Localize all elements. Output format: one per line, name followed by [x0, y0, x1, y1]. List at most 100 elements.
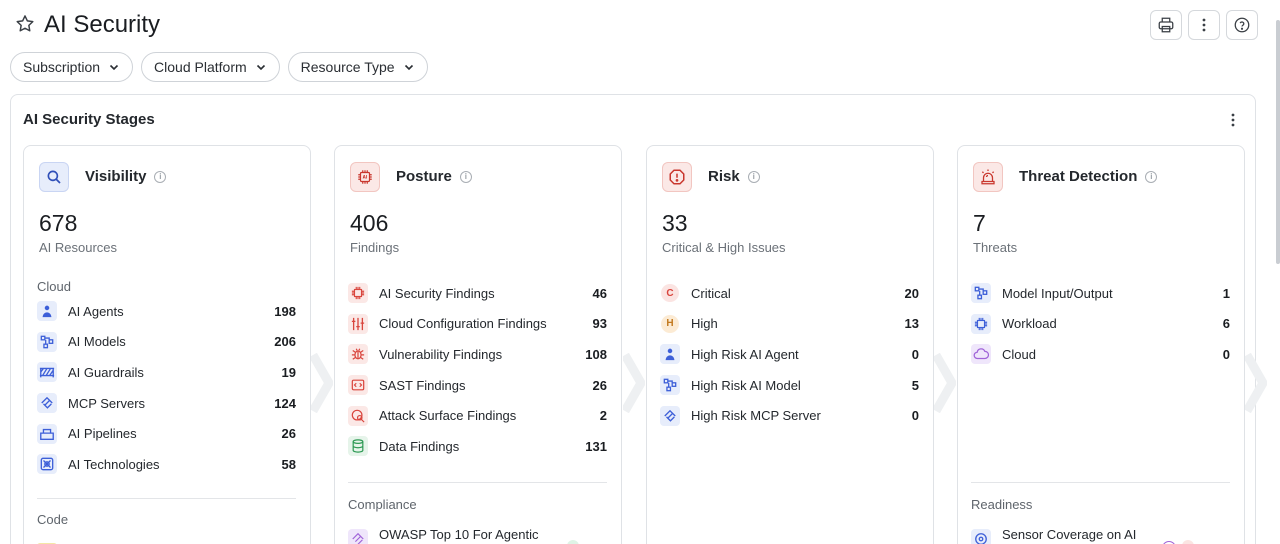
mcp-icon [37, 393, 57, 414]
threat-detection-card[interactable]: Threat Detection i 7 Threats Model Input… [957, 145, 1245, 544]
scrollbar[interactable] [1276, 20, 1280, 264]
mcp-icon [660, 405, 680, 426]
list-item-ai-guardrails[interactable]: AI Guardrails 19 [37, 357, 296, 388]
row-value: 0 [911, 346, 919, 362]
info-icon[interactable]: i [459, 170, 472, 183]
chevron-down-icon [109, 64, 119, 71]
row-label: AI Models [68, 334, 126, 350]
row-value: 108 [585, 346, 607, 362]
section-label-cloud: Cloud [37, 279, 71, 294]
list-item-model-input-output[interactable]: Model Input/Output 1 [971, 278, 1230, 309]
risk-list: C Critical 20 H High 13 High Risk AI Age… [660, 278, 919, 431]
page-header: AI Security [0, 0, 1280, 50]
list-item-mcp-servers[interactable]: MCP Servers 124 [37, 388, 296, 419]
filter-label: Subscription [23, 59, 101, 75]
card-title: Threat Detection i [1019, 168, 1158, 185]
card-subtitle: Threats [973, 240, 1018, 255]
section-divider [348, 482, 607, 483]
list-item-cloud-configuration-findings[interactable]: Cloud Configuration Findings 93 [348, 309, 607, 340]
section-divider [37, 498, 296, 499]
list-item-cloud[interactable]: Cloud 0 [971, 339, 1230, 370]
section-label-readiness: Readiness [971, 497, 1033, 512]
row-label: Workload [1002, 316, 1057, 332]
favorite-star-icon[interactable] [14, 13, 36, 35]
attack-surface-icon [348, 405, 368, 426]
visibility-card[interactable]: Visibility i 678 AI Resources Cloud AI A… [23, 145, 311, 544]
section-divider [971, 482, 1230, 483]
print-button[interactable] [1150, 10, 1182, 40]
panel-menu-button[interactable] [1225, 111, 1241, 129]
alert-octagon-icon [662, 162, 692, 192]
workload-icon [971, 313, 991, 334]
stage-arrow-icon [623, 353, 645, 413]
bug-icon [348, 344, 368, 365]
row-label: AI Security Findings [379, 285, 495, 301]
threat-list: Model Input/Output 1 Workload 6 Cloud 0 [971, 278, 1230, 370]
list-item-ai-security-findings[interactable]: AI Security Findings 46 [348, 278, 607, 309]
row-label: AI Pipelines [68, 426, 137, 442]
row-value: 0 [1222, 346, 1230, 362]
list-item-ai-pipelines[interactable]: AI Pipelines 26 [37, 418, 296, 449]
list-item-high[interactable]: H High 13 [660, 309, 919, 340]
subscription-filter[interactable]: Subscription [10, 52, 134, 82]
pipeline-icon [37, 423, 57, 444]
risk-card[interactable]: Risk i 33 Critical & High Issues C Criti… [646, 145, 934, 544]
critical-badge-icon: C [660, 283, 680, 303]
help-button[interactable] [1226, 10, 1258, 40]
row-value: 198 [274, 303, 296, 319]
row-value: 1 [1222, 285, 1230, 301]
list-item-data-findings[interactable]: Data Findings 131 [348, 431, 607, 462]
row-label: Cloud [1002, 346, 1036, 362]
row-label: Vulnerability Findings [379, 346, 503, 362]
list-item-ai-agents[interactable]: AI Agents 198 [37, 296, 296, 327]
list-item-high-risk-ai-agent[interactable]: High Risk AI Agent 0 [660, 339, 919, 370]
list-item-workload[interactable]: Workload 6 [971, 309, 1230, 340]
row-value: 2 [599, 408, 607, 424]
row-value: 26 [281, 426, 296, 442]
filter-bar: Subscription Cloud Platform Resource Typ… [10, 52, 428, 82]
list-item-high-risk-mcp-server[interactable]: High Risk MCP Server 0 [660, 400, 919, 431]
list-item-high-risk-ai-model[interactable]: High Risk AI Model 5 [660, 370, 919, 401]
panel-title: AI Security Stages [23, 111, 155, 128]
list-item-ai-models[interactable]: AI Models 206 [37, 327, 296, 358]
card-title-text: Risk [708, 168, 740, 185]
stage-arrow-icon [934, 353, 956, 413]
row-value: 131 [585, 438, 607, 454]
info-icon[interactable]: i [1145, 170, 1158, 183]
stage-arrow-icon [311, 353, 333, 413]
siren-icon [973, 162, 1003, 192]
more-options-button[interactable] [1188, 10, 1220, 40]
list-item-ai-technologies[interactable]: AI Technologies 58 [37, 449, 296, 480]
model-icon [37, 331, 57, 352]
card-title-text: Posture [396, 168, 452, 185]
help-icon [1234, 17, 1250, 33]
owasp-icon [348, 529, 368, 544]
info-icon[interactable]: i [747, 170, 760, 183]
ai-chip-icon [348, 283, 368, 304]
list-item-attack-surface-findings[interactable]: Attack Surface Findings 2 [348, 400, 607, 431]
row-value: 20 [904, 285, 919, 301]
kebab-menu-icon [1231, 113, 1235, 127]
row-label: Critical [691, 285, 731, 301]
visibility-list: AI Agents 198 AI Models 206 AI Guardrail… [37, 296, 296, 480]
row-value: 26 [592, 377, 607, 393]
list-item-critical[interactable]: C Critical 20 [660, 278, 919, 309]
row-label: High Risk AI Agent [691, 346, 799, 362]
list-item-vulnerability-findings[interactable]: Vulnerability Findings 108 [348, 339, 607, 370]
ai-chip-icon: AI [350, 162, 380, 192]
row-value: 58 [281, 456, 296, 472]
row-label: High Risk AI Model [691, 377, 801, 393]
info-icon[interactable]: i [154, 170, 167, 183]
technology-icon [37, 454, 57, 475]
critical-letter: C [661, 284, 679, 303]
row-label: AI Technologies [68, 456, 160, 472]
row-label: High Risk MCP Server [691, 408, 821, 424]
list-item-sast-findings[interactable]: SAST Findings 26 [348, 370, 607, 401]
svg-text:AI: AI [363, 175, 368, 180]
card-title: Posture i [396, 168, 472, 185]
resource-type-filter[interactable]: Resource Type [287, 52, 428, 82]
posture-card[interactable]: AI Posture i 406 Findings AI Security Fi… [334, 145, 622, 544]
cloud-platform-filter[interactable]: Cloud Platform [141, 52, 280, 82]
card-count: 678 [39, 210, 78, 236]
row-value: 6 [1222, 316, 1230, 332]
